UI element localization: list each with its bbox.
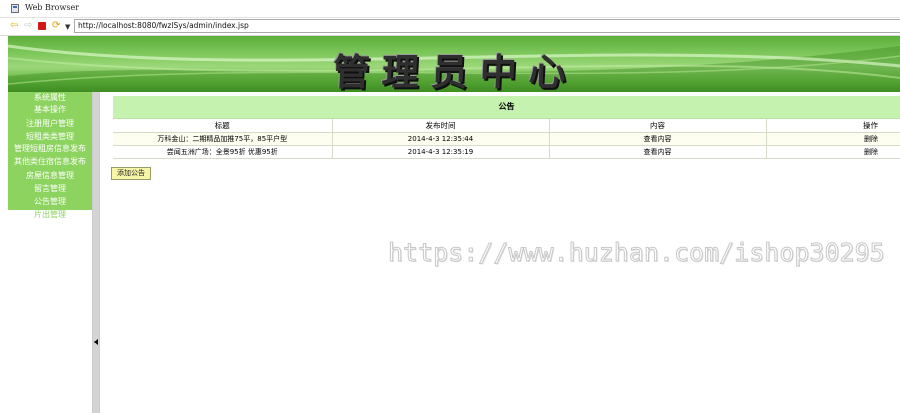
table-header-row: 标题 发布时间 内容 操作	[113, 118, 900, 133]
page-title: 管理员中心	[331, 50, 579, 92]
sidebar-item-house-info[interactable]: 房屋信息管理	[8, 171, 92, 180]
sidebar-item-messages[interactable]: 留言管理	[8, 184, 92, 193]
view-content-link[interactable]: 查看内容	[549, 145, 767, 159]
column-header-time: 发布时间	[332, 118, 550, 133]
sidebar: 系统属性 基本操作 注册用户管理 短租类类管理 管理短租房信息发布 其他类住宿信…	[8, 92, 92, 413]
sidebar-item-rental-publish[interactable]: 管理短租房信息发布	[8, 144, 92, 153]
forward-arrow-icon[interactable]: ⇨	[24, 20, 32, 32]
browser-toolbar: ⇦ ⇨ ⟳ ▼ http://localhost:8080/fwzlSys/ad…	[0, 18, 900, 36]
back-arrow-icon[interactable]: ⇦	[10, 20, 18, 32]
sidebar-item-other-lodging[interactable]: 其他类住宿信息发布	[8, 157, 92, 166]
notice-title: 尝闻五洲广场：全景95折 优惠95折	[113, 145, 333, 159]
table-row: 尝闻五洲广场：全景95折 优惠95折 2014-4-3 12:35:19 查看内…	[113, 145, 900, 159]
window-title: Web Browser	[25, 3, 79, 12]
address-bar[interactable]: http://localhost:8080/fwzlSys/admin/inde…	[74, 19, 900, 33]
column-header-title: 标题	[113, 118, 333, 133]
delete-link[interactable]: 删除	[766, 132, 900, 146]
browser-app-icon	[11, 4, 19, 13]
header-banner: 管理员中心	[8, 36, 900, 92]
table-row: 万科金山：二期精品加推75平，85平户型 2014-4-3 12:35:44 查…	[113, 132, 900, 146]
sidebar-item-system[interactable]: 系统属性	[8, 93, 92, 102]
notice-table: 公告 标题 发布时间 内容 操作 万科金山：二期精品加推75平，85平户型 20…	[113, 96, 900, 159]
sidebar-item-rental-types[interactable]: 短租类类管理	[8, 132, 92, 141]
dropdown-chevron-icon[interactable]: ▼	[65, 21, 70, 33]
window-titlebar: Web Browser	[0, 0, 900, 18]
table-caption-row: 公告	[113, 96, 900, 119]
add-notice-button[interactable]: 添加公告	[111, 167, 151, 180]
watermark: https://www.huzhan.com/ishop30295	[388, 238, 886, 268]
notice-time: 2014-4-3 12:35:44	[332, 132, 550, 146]
notice-time: 2014-4-3 12:35:19	[332, 145, 550, 159]
delete-link[interactable]: 删除	[766, 145, 900, 159]
frame-splitter[interactable]	[92, 92, 100, 413]
column-header-content: 内容	[549, 118, 767, 133]
notice-title: 万科金山：二期精品加推75平，85平户型	[113, 132, 333, 146]
column-header-action: 操作	[766, 118, 900, 133]
collapse-arrow-icon[interactable]	[94, 339, 98, 345]
sidebar-item-basic[interactable]: 基本操作	[8, 105, 92, 114]
table-caption: 公告	[113, 96, 900, 119]
sidebar-item-users[interactable]: 注册用户管理	[8, 119, 92, 128]
view-content-link[interactable]: 查看内容	[549, 132, 767, 146]
refresh-icon[interactable]: ⟳	[52, 20, 60, 32]
sidebar-item-notices[interactable]: 公告管理	[8, 197, 92, 206]
stop-icon[interactable]	[38, 22, 46, 30]
sidebar-item-slideshow[interactable]: 片出管理	[8, 210, 92, 219]
